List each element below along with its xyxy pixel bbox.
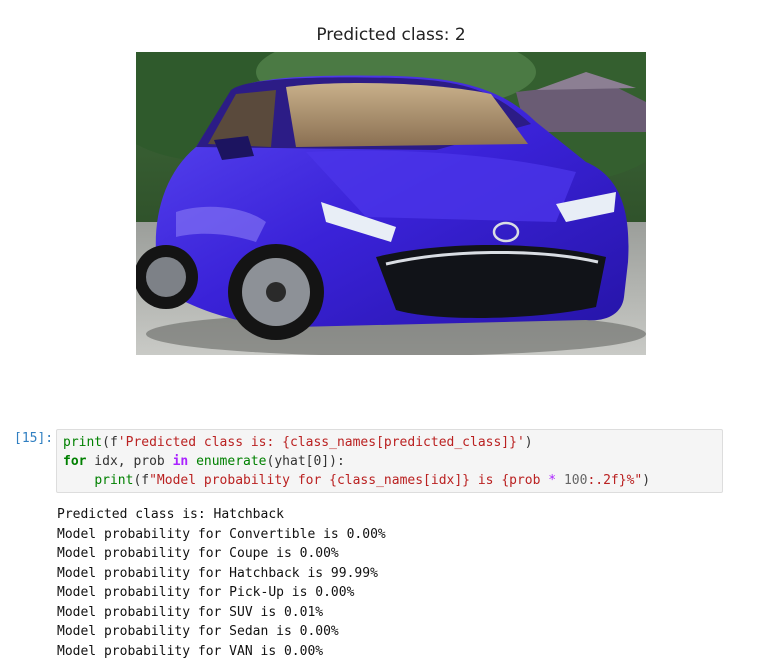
output-line: Predicted class is: Hatchback bbox=[57, 507, 284, 522]
code-cell-input[interactable]: print(f'Predicted class is: {class_names… bbox=[56, 429, 723, 493]
code-text: (yhat[0]): bbox=[266, 454, 345, 469]
output-line: Model probability for Hatchback is 99.99… bbox=[57, 565, 378, 581]
cell-output: Predicted class is: Hatchback Model proba… bbox=[57, 505, 386, 661]
code-fn: enumerate bbox=[196, 454, 267, 469]
code-text: (f bbox=[102, 435, 118, 450]
code-text: (f bbox=[133, 473, 150, 488]
figure-title: Predicted class: 2 bbox=[316, 25, 466, 45]
code-string: {prob bbox=[501, 473, 549, 488]
output-line: Model probability for Convertible is 0.0… bbox=[57, 526, 386, 542]
code-keyword: for bbox=[63, 454, 87, 469]
output-line: Model probability for Coupe is 0.00% bbox=[57, 546, 339, 561]
code-string: 'Predicted class is: {class_names[predic… bbox=[117, 435, 525, 450]
car-photo bbox=[136, 52, 646, 355]
code-keyword: in bbox=[172, 454, 189, 469]
output-line: Model probability for VAN is 0.00% bbox=[57, 643, 324, 659]
code-string: %" bbox=[626, 473, 643, 488]
code-string: "Model probability for bbox=[149, 473, 330, 488]
code-fn: print bbox=[94, 473, 134, 488]
code-operator: * bbox=[548, 473, 557, 488]
code-number: 100 bbox=[563, 473, 588, 488]
code-text: ) bbox=[524, 435, 533, 450]
code-string: is bbox=[470, 473, 502, 488]
cell-prompt: [15]: bbox=[14, 431, 54, 446]
code-string: {class_names[idx]} bbox=[329, 473, 471, 488]
code-string: :.2f} bbox=[587, 473, 627, 488]
code-fn: print bbox=[63, 435, 103, 450]
output-line: Model probability for SUV is 0.01% bbox=[57, 604, 324, 620]
code-text: ) bbox=[642, 473, 651, 488]
code-text: idx, prob bbox=[86, 454, 173, 469]
output-line: Model probability for Sedan is 0.00% bbox=[57, 624, 339, 639]
output-line: Model probability for Pick-Up is 0.00% bbox=[57, 585, 355, 600]
